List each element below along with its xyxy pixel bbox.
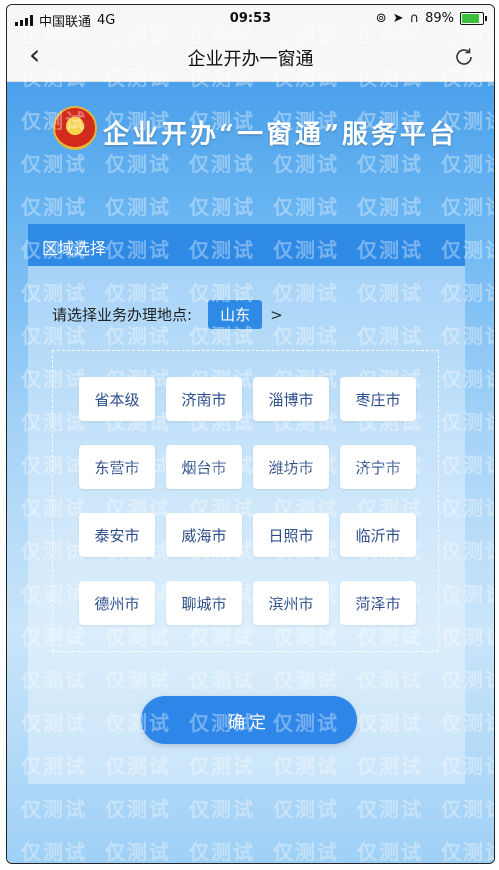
city-grid: 省本级 济南市 淄博市 枣庄市 东营市 烟台市 潍坊市 济宁市 泰安市 威海市 … (52, 350, 439, 652)
location-prompt: 请选择业务办理地点: (52, 306, 193, 324)
city-option[interactable]: 济宁市 (340, 445, 416, 489)
city-option[interactable]: 聊城市 (166, 581, 242, 625)
city-option[interactable]: 烟台市 (166, 445, 242, 489)
lock-rotation-icon: ⊚ (375, 11, 387, 26)
city-option[interactable]: 德州市 (79, 581, 155, 625)
refresh-icon[interactable] (452, 45, 476, 69)
city-option[interactable]: 枣庄市 (340, 377, 416, 421)
panel-header-label: 区域选择 (42, 239, 107, 258)
city-option[interactable]: 临沂市 (340, 513, 416, 557)
province-arrow-icon[interactable]: > (270, 306, 283, 324)
phone-frame: 中国联通 4G 09:53 ⊚ ➤ ∩ 89% ‹ 企业开办一窗通 企业开办“一… (6, 4, 495, 864)
city-option[interactable]: 省本级 (79, 377, 155, 421)
banner: 企业开办“一窗通”服务平台 (7, 102, 494, 162)
location-prompt-row: 请选择业务办理地点: 山东 > (52, 300, 283, 329)
status-bar: 中国联通 4G 09:53 ⊚ ➤ ∩ 89% (7, 5, 494, 33)
banner-title: 企业开办“一窗通”服务平台 (103, 120, 458, 150)
confirm-button[interactable]: 确定 (141, 696, 357, 744)
city-option[interactable]: 菏泽市 (340, 581, 416, 625)
national-emblem-icon (53, 106, 97, 150)
battery-icon (460, 12, 487, 25)
location-icon: ➤ (392, 11, 404, 26)
page-title: 企业开办一窗通 (187, 49, 314, 70)
city-option[interactable]: 潍坊市 (253, 445, 329, 489)
city-option[interactable]: 日照市 (253, 513, 329, 557)
battery-percent: 89% (425, 11, 454, 26)
province-selector[interactable]: 山东 (208, 300, 263, 329)
panel-header: 区域选择 (28, 224, 465, 266)
battery-fill (462, 14, 479, 23)
city-option[interactable]: 泰安市 (79, 513, 155, 557)
city-option[interactable]: 淄博市 (253, 377, 329, 421)
main-content: 企业开办“一窗通”服务平台 区域选择 请选择业务办理地点: 山东 > 省本级 济… (7, 82, 494, 863)
city-option[interactable]: 济南市 (166, 377, 242, 421)
city-option[interactable]: 威海市 (166, 513, 242, 557)
headphones-icon: ∩ (409, 11, 420, 26)
city-option[interactable]: 滨州市 (253, 581, 329, 625)
city-option[interactable]: 东营市 (79, 445, 155, 489)
nav-bar: ‹ 企业开办一窗通 (7, 33, 494, 82)
